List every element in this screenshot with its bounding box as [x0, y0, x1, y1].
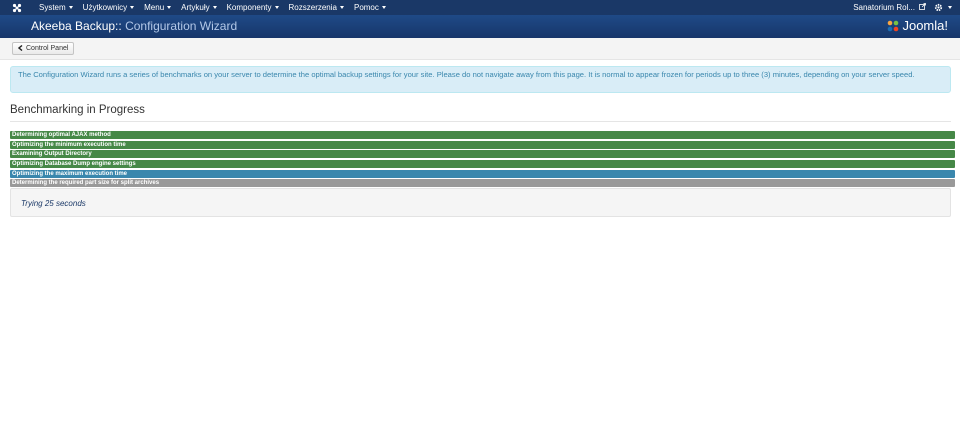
- caret-down-icon: [381, 6, 386, 10]
- menu-label: Komponenty: [226, 3, 272, 12]
- caret-down-icon: [274, 6, 279, 10]
- status-message: Trying 25 seconds: [21, 199, 86, 208]
- info-alert: The Configuration Wizard runs a series o…: [10, 66, 951, 93]
- caret-down-icon: [212, 6, 217, 10]
- caret-down-icon: [167, 6, 172, 10]
- menu-item-system[interactable]: System: [34, 0, 78, 15]
- page-header: Akeeba Backup:: Configuration Wizard Joo…: [0, 15, 960, 38]
- step-ajax-method: Determining optimal AJAX method: [10, 131, 955, 139]
- menu-item-help[interactable]: Pomoc: [349, 0, 391, 15]
- view-name: Configuration Wizard: [121, 19, 238, 33]
- menu-label: Menu: [144, 3, 165, 12]
- step-part-size: Determining the required part size for s…: [10, 179, 955, 188]
- menu-label: Rozszerzenia: [288, 3, 337, 12]
- admin-top-navbar: System Użytkownicy Menu Artykuły Kompone…: [0, 0, 960, 15]
- toolbar: Control Panel: [0, 38, 960, 60]
- divider: [10, 121, 951, 122]
- page-title-bar: Akeeba Backup:: Configuration Wizard: [31, 19, 237, 33]
- caret-down-icon: [339, 6, 344, 10]
- topnav-right: Sanatorium Rol...: [853, 0, 952, 15]
- menu-label: Użytkownicy: [82, 3, 128, 12]
- menu-label: Pomoc: [353, 3, 379, 12]
- info-alert-text: The Configuration Wizard runs a series o…: [18, 70, 915, 79]
- chevron-left-icon: [17, 44, 23, 53]
- gear-icon[interactable]: [934, 3, 952, 12]
- status-panel: Trying 25 seconds: [10, 188, 951, 217]
- main-menu: System Użytkownicy Menu Artykuły Kompone…: [34, 0, 391, 15]
- control-panel-button[interactable]: Control Panel: [12, 42, 75, 55]
- step-db-dump-settings: Optimizing Database Dump engine settings: [10, 160, 955, 169]
- site-link[interactable]: Sanatorium Rol...: [853, 3, 926, 12]
- control-panel-label: Control Panel: [26, 45, 69, 52]
- joomla-icon[interactable]: [0, 0, 34, 15]
- site-name: Sanatorium Rol...: [853, 3, 915, 12]
- benchmark-heading: Benchmarking in Progress: [10, 104, 145, 116]
- menu-label: Artykuły: [181, 3, 210, 12]
- caret-down-icon: [948, 6, 952, 9]
- menu-item-menu[interactable]: Menu: [139, 0, 176, 15]
- menu-item-extensions[interactable]: Rozszerzenia: [284, 0, 349, 15]
- external-link-icon: [919, 3, 926, 12]
- menu-label: System: [39, 3, 66, 12]
- component-name: Akeeba Backup::: [31, 19, 122, 33]
- menu-item-articles[interactable]: Artykuły: [176, 0, 221, 15]
- caret-down-icon: [130, 6, 135, 10]
- joomla-logo-icon: [888, 20, 899, 31]
- caret-down-icon: [68, 6, 73, 10]
- step-max-exec-time: Optimizing the maximum execution time: [10, 169, 955, 178]
- joomla-logo: Joomla!: [886, 18, 948, 33]
- menu-item-users[interactable]: Użytkownicy: [78, 0, 139, 15]
- step-output-directory: Examining Output Directory: [10, 150, 955, 159]
- brand-name: Joomla!: [902, 18, 948, 33]
- benchmark-steps: Determining optimal AJAX method Optimizi…: [10, 131, 955, 189]
- menu-item-components[interactable]: Komponenty: [222, 0, 284, 15]
- step-min-exec-time: Optimizing the minimum execution time: [10, 140, 955, 149]
